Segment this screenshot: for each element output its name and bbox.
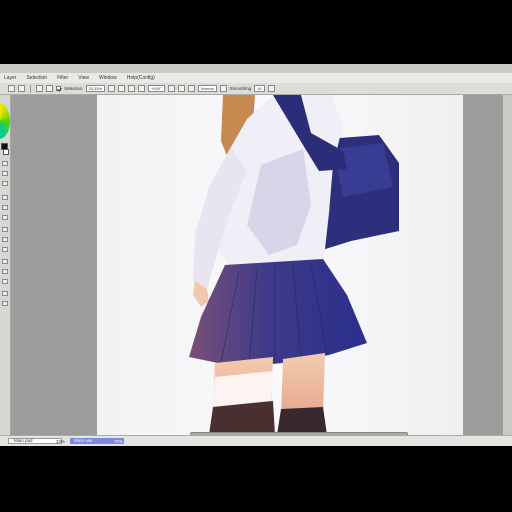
smoothing-dropdown-icon[interactable]: [267, 85, 275, 92]
tool-button-5[interactable]: [2, 205, 8, 210]
canvas-workspace[interactable]: [11, 95, 503, 435]
zoom-reset-button[interactable]: [128, 85, 136, 92]
rotate-right-button[interactable]: [167, 85, 175, 92]
rotate-left-button[interactable]: [138, 85, 146, 92]
tool-button-12[interactable]: [2, 279, 8, 284]
menu-help[interactable]: Help(Config): [127, 75, 155, 81]
selection-label: Selection: [64, 86, 83, 91]
background-color-swatch[interactable]: [3, 149, 9, 155]
smoothing-label: Smoothing: [229, 86, 252, 91]
skirt: [189, 259, 367, 367]
zoom-out-button[interactable]: [118, 85, 126, 92]
rotation-field[interactable]: +000°: [148, 85, 165, 92]
memory-usage-percent: 70%: [114, 438, 124, 444]
tool-button-3[interactable]: [2, 181, 8, 186]
toolbar-button-1[interactable]: [8, 85, 15, 92]
zoom-readout: 33%: [56, 438, 66, 444]
menu-window[interactable]: Window: [99, 75, 117, 81]
menu-bar: Layer Selection Filter View Window Help(…: [0, 73, 512, 83]
status-bar: Main pad 33% Mem use 70%: [0, 435, 512, 446]
color-wheel[interactable]: [0, 103, 10, 139]
toolbar: Selection 33.33% +000° Normal Smoothing …: [0, 83, 512, 95]
toolbar-button-2[interactable]: [18, 85, 25, 92]
right-stocking: [277, 407, 327, 435]
tool-button-6[interactable]: [2, 215, 8, 220]
tool-button-9[interactable]: [2, 247, 8, 252]
left-leg-highlight: [213, 371, 273, 407]
illustration: [189, 95, 399, 435]
menu-selection[interactable]: Selection: [27, 75, 48, 81]
menu-layer[interactable]: Layer: [4, 75, 17, 81]
zoom-field[interactable]: 33.33%: [85, 85, 106, 92]
menu-filter[interactable]: Filter: [57, 75, 68, 81]
blend-mode-dropdown-icon[interactable]: [219, 85, 227, 92]
menu-view[interactable]: View: [78, 75, 89, 81]
rotate-reset-button[interactable]: [187, 85, 195, 92]
tool-button-13[interactable]: [2, 291, 8, 296]
flip-button[interactable]: [177, 85, 185, 92]
right-leg: [281, 353, 325, 415]
tool-button-8[interactable]: [2, 237, 8, 242]
tool-button-14[interactable]: [2, 301, 8, 306]
toolbar-button-3[interactable]: [36, 85, 43, 92]
smoothing-field[interactable]: 15: [254, 85, 265, 92]
drawing-canvas[interactable]: [97, 95, 463, 435]
navigator-label[interactable]: Main pad: [8, 438, 62, 444]
app-window: Layer Selection Filter View Window Help(…: [0, 64, 512, 446]
tool-button-7[interactable]: [2, 227, 8, 232]
tool-button-2[interactable]: [2, 171, 8, 176]
blend-mode-select[interactable]: Normal: [197, 85, 217, 92]
tool-button-11[interactable]: [2, 269, 8, 274]
selection-checkbox[interactable]: [56, 86, 61, 91]
tool-button-4[interactable]: [2, 195, 8, 200]
toolbar-divider: [30, 84, 31, 93]
zoom-in-button[interactable]: [108, 85, 116, 92]
tool-button-10[interactable]: [2, 259, 8, 264]
tool-strip: [0, 95, 11, 435]
toolbar-button-4[interactable]: [46, 85, 53, 92]
tool-button-1[interactable]: [2, 161, 8, 166]
